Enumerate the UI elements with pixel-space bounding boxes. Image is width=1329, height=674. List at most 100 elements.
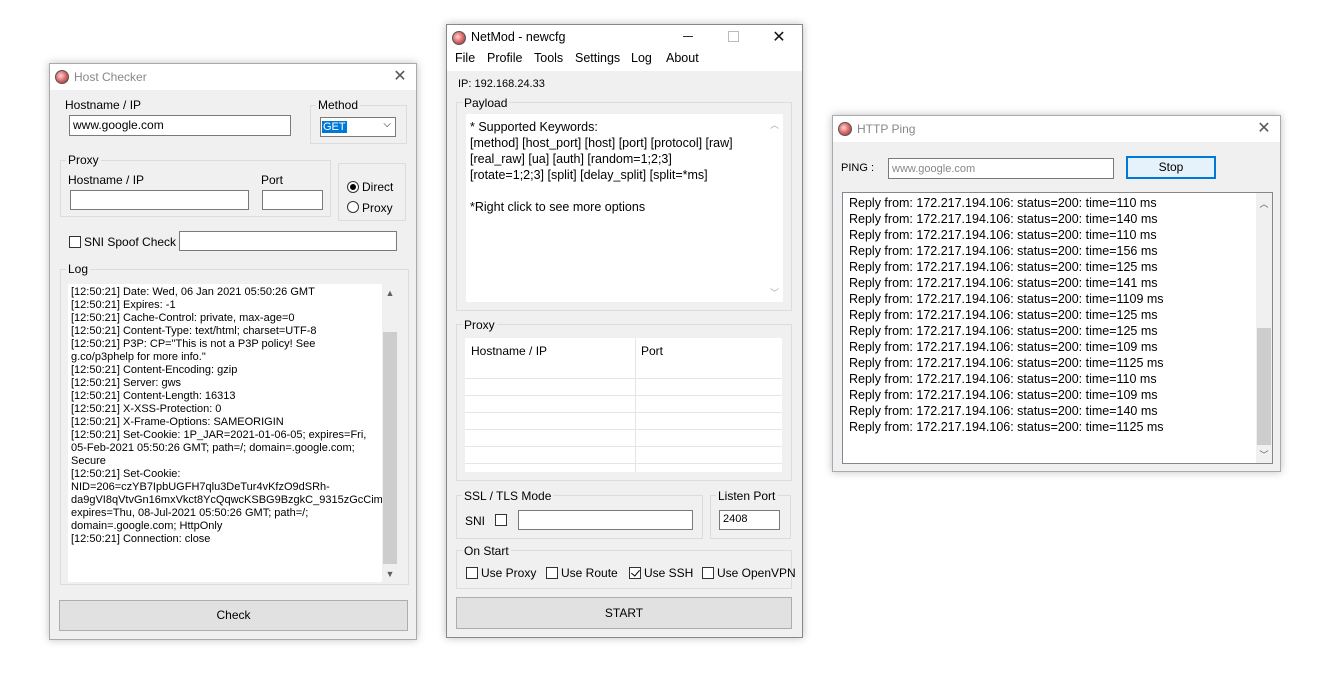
column-header-hostname[interactable]: Hostname / IP [471, 344, 547, 358]
list-item: Reply from: 172.217.194.106: status=200:… [849, 308, 1158, 322]
app-icon [838, 122, 852, 136]
onstart-group-label: On Start [462, 544, 511, 558]
payload-line: [rotate=1;2;3] [split] [delay_split] [sp… [470, 168, 708, 182]
log-content: [12:50:21] Date: Wed, 06 Jan 2021 05:50:… [71, 286, 398, 546]
log-textarea[interactable]: [12:50:21] Date: Wed, 06 Jan 2021 05:50:… [68, 284, 398, 582]
ping-output[interactable]: Reply from: 172.217.194.106: status=200:… [842, 192, 1273, 464]
window-title: NetMod - newcfg [471, 30, 566, 44]
scroll-up-icon[interactable]: ︿ [766, 118, 783, 131]
list-item: Reply from: 172.217.194.106: status=200:… [849, 228, 1157, 242]
netmod-window: NetMod - newcfg ✕ File Profile Tools Set… [446, 24, 803, 638]
proxy-group: Proxy Hostname / IP Port [60, 153, 331, 217]
menu-tools[interactable]: Tools [534, 51, 563, 65]
listen-port-group: Listen Port 2408 [710, 489, 791, 539]
log-line: [12:50:21] Cache-Control: private, max-a… [71, 312, 295, 324]
use-route-checkbox[interactable] [546, 567, 558, 579]
use-proxy-label: Use Proxy [481, 566, 537, 580]
list-item: Reply from: 172.217.194.106: status=200:… [849, 372, 1157, 386]
list-item: Reply from: 172.217.194.106: status=200:… [849, 244, 1158, 258]
method-selected-value: GET [322, 121, 347, 133]
use-ssh-label: Use SSH [644, 566, 694, 580]
proxy-hostname-input[interactable] [70, 190, 249, 210]
table-row[interactable] [465, 446, 782, 447]
list-item: Reply from: 172.217.194.106: status=200:… [849, 324, 1158, 338]
close-icon[interactable]: ✕ [1249, 118, 1279, 138]
maximize-icon[interactable] [728, 31, 739, 42]
list-item: Reply from: 172.217.194.106: status=200:… [849, 276, 1158, 290]
sni-spoof-checkbox[interactable] [69, 236, 81, 248]
netmod-titlebar[interactable]: NetMod - newcfg ✕ [447, 25, 802, 51]
menu-profile[interactable]: Profile [487, 51, 522, 65]
sni-checkbox[interactable] [495, 514, 507, 526]
log-line: [12:50:21] Content-Length: 16313 [71, 390, 236, 402]
http-ping-titlebar[interactable]: HTTP Ping ✕ [833, 116, 1280, 142]
list-item: Reply from: 172.217.194.106: status=200:… [849, 420, 1164, 434]
payload-textarea[interactable]: * Supported Keywords: [method] [host_port… [466, 114, 783, 302]
proxy-port-input[interactable] [262, 190, 323, 210]
close-icon[interactable]: ✕ [385, 66, 415, 86]
scroll-thumb[interactable] [1257, 328, 1271, 445]
proxy-port-label: Port [261, 173, 284, 187]
table-row[interactable] [465, 395, 782, 396]
sni-input[interactable] [518, 510, 693, 530]
scroll-up-icon[interactable]: ▲ [382, 288, 398, 298]
use-ssh-checkbox[interactable] [629, 567, 641, 579]
payload-scrollbar[interactable]: ︿ ﹀ [766, 114, 783, 302]
ssl-group-label: SSL / TLS Mode [462, 489, 554, 503]
use-route-label: Use Route [561, 566, 618, 580]
scroll-down-icon[interactable]: ﹀ [1256, 448, 1272, 461]
use-openvpn-label: Use OpenVPN [717, 566, 796, 580]
method-select[interactable]: GET ⌵ [320, 117, 396, 137]
use-proxy-checkbox[interactable] [466, 567, 478, 579]
menu-log[interactable]: Log [631, 51, 652, 65]
scroll-down-icon[interactable]: ▼ [382, 569, 398, 579]
hostname-input[interactable]: www.google.com [69, 115, 291, 136]
table-row[interactable] [465, 412, 782, 413]
menu-about[interactable]: About [666, 51, 699, 65]
listen-port-input[interactable]: 2408 [719, 510, 780, 530]
log-scrollbar[interactable]: ▲ ▼ [382, 284, 398, 582]
list-item: Reply from: 172.217.194.106: status=200:… [849, 340, 1158, 354]
scroll-thumb[interactable] [383, 332, 397, 564]
check-button[interactable]: Check [59, 600, 408, 631]
payload-group: Payload * Supported Keywords: [method] [h… [456, 96, 792, 311]
column-header-port[interactable]: Port [641, 344, 663, 358]
scroll-up-icon[interactable]: ︿ [1256, 197, 1272, 210]
list-item: Reply from: 172.217.194.106: status=200:… [849, 260, 1158, 274]
menu-settings[interactable]: Settings [575, 51, 620, 65]
host-checker-titlebar[interactable]: Host Checker ✕ [50, 64, 416, 90]
minimize-icon[interactable] [683, 36, 693, 37]
proxy-radio[interactable] [347, 201, 359, 213]
sni-spoof-label: SNI Spoof Check [84, 235, 177, 249]
log-line: [12:50:21] Set-Cookie: NID=206=czYB7IpbU… [71, 468, 398, 532]
http-ping-window: HTTP Ping ✕ PING : www.google.com Stop R… [832, 115, 1281, 472]
scroll-down-icon[interactable]: ﹀ [766, 286, 783, 299]
stop-button[interactable]: Stop [1126, 156, 1216, 179]
proxy-table[interactable]: Hostname / IP Port [465, 338, 782, 472]
start-button[interactable]: START [456, 597, 792, 629]
table-row[interactable] [465, 463, 782, 464]
close-icon[interactable]: ✕ [764, 27, 794, 47]
menu-bar: File Profile Tools Settings Log About [447, 51, 802, 71]
log-line: [12:50:21] X-XSS-Protection: 0 [71, 403, 222, 415]
payload-line: * Supported Keywords: [470, 120, 598, 134]
payload-line: [real_raw] [ua] [auth] [random=1;2;3] [470, 152, 672, 166]
list-item: Reply from: 172.217.194.106: status=200:… [849, 212, 1158, 226]
log-line: [12:50:21] Expires: -1 [71, 299, 176, 311]
table-row[interactable] [465, 429, 782, 430]
sni-spoof-input[interactable] [179, 231, 397, 251]
ping-input[interactable]: www.google.com [888, 158, 1114, 179]
ping-scrollbar[interactable]: ︿ ﹀ [1256, 193, 1272, 463]
ssl-group: SSL / TLS Mode SNI [456, 489, 703, 539]
payload-line [470, 183, 733, 199]
use-openvpn-checkbox[interactable] [702, 567, 714, 579]
payload-line: [method] [host_port] [host] [port] [prot… [470, 136, 733, 150]
menu-file[interactable]: File [455, 51, 475, 65]
log-line: [12:50:21] P3P: CP="This is not a P3P po… [71, 338, 319, 363]
method-group-label: Method [316, 98, 361, 112]
ip-address: IP: 192.168.24.33 [458, 78, 545, 90]
ping-label: PING : [841, 162, 875, 174]
hostname-group: Hostname / IP www.google.com [60, 98, 303, 143]
direct-radio[interactable] [347, 181, 359, 193]
proxy-radio-label: Proxy [362, 201, 393, 215]
